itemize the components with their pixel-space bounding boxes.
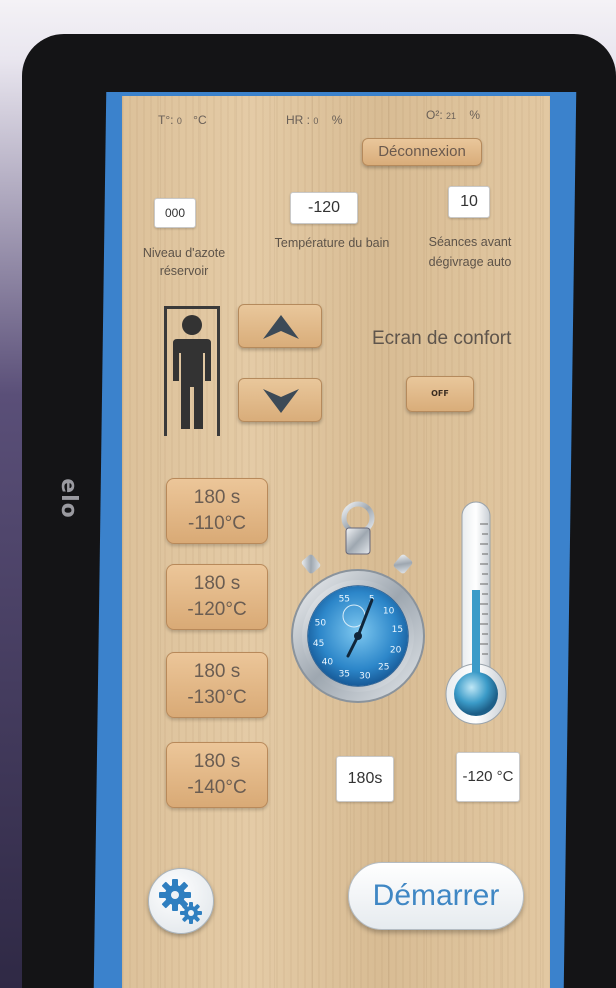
preset-button[interactable]: 180 s -110°C — [166, 478, 268, 544]
preset-temperature: -110°C — [188, 513, 246, 534]
nitrogen-level-field[interactable]: 000 — [154, 198, 196, 228]
stopwatch-tick-label: 40 — [322, 658, 334, 668]
thermometer-icon — [445, 501, 507, 725]
preset-button[interactable]: 180 s -140°C — [166, 742, 268, 808]
start-button[interactable]: Démarrer — [348, 862, 524, 930]
bath-temperature-label: Température du bain — [274, 236, 390, 250]
stopwatch-tick-label: 20 — [390, 646, 402, 656]
stopwatch-tick-label: 25 — [378, 663, 389, 673]
nitrogen-level-label: Niveau d'azote réservoir — [142, 246, 226, 278]
logout-button[interactable]: Déconnexion — [362, 138, 482, 166]
arrow-down-icon — [263, 389, 299, 413]
stopwatch-tick-label: 15 — [392, 625, 403, 635]
preset-button[interactable]: 180 s -120°C — [166, 564, 268, 630]
lower-button[interactable] — [238, 378, 322, 422]
arrow-up-icon — [263, 315, 299, 339]
device-brand-logo: elo — [55, 478, 81, 519]
stopwatch-tick-label: 55 — [339, 594, 350, 604]
raise-button[interactable] — [238, 304, 322, 348]
status-humidity: HR : 0 % — [286, 113, 343, 127]
settings-button[interactable] — [148, 868, 214, 934]
stopwatch-tick-label: 10 — [383, 606, 395, 616]
stopwatch-tick-label: 30 — [359, 671, 371, 681]
preset-temperature: -120°C — [187, 599, 247, 620]
preset-time: 180 s — [193, 751, 241, 772]
preset-time: 180 s — [193, 661, 241, 682]
bath-temperature-field[interactable]: -120 — [290, 192, 358, 224]
comfort-screen-label: Ecran de confort — [372, 328, 512, 349]
app-screen: T°: 0 °C HR : 0 % O²: 21 % Déconnexion 0… — [122, 96, 550, 988]
preset-button[interactable]: 180 s -130°C — [166, 652, 268, 718]
preset-temperature: -140°C — [187, 777, 247, 798]
preset-time: 180 s — [193, 573, 241, 594]
preset-temperature: -130°C — [187, 687, 247, 708]
stopwatch-icon: 555101520253035404550 — [291, 501, 425, 703]
stopwatch-tick-label: 50 — [315, 618, 327, 628]
timer-value[interactable]: 180s — [336, 756, 394, 802]
person-cabin-icon — [164, 306, 220, 436]
sessions-label: Séances avant dégivrage auto — [428, 235, 512, 269]
stopwatch-tick-label: 35 — [339, 670, 350, 680]
temperature-value[interactable]: -120 °C — [456, 752, 520, 802]
status-temperature: T°: 0 °C — [158, 113, 207, 127]
sessions-field[interactable]: 10 — [448, 186, 490, 218]
preset-time: 180 s — [193, 487, 241, 508]
comfort-toggle[interactable]: OFF — [406, 376, 474, 412]
status-oxygen: O²: 21 % — [426, 108, 481, 122]
stopwatch-tick-label: 45 — [313, 639, 324, 649]
gears-icon — [159, 879, 202, 924]
